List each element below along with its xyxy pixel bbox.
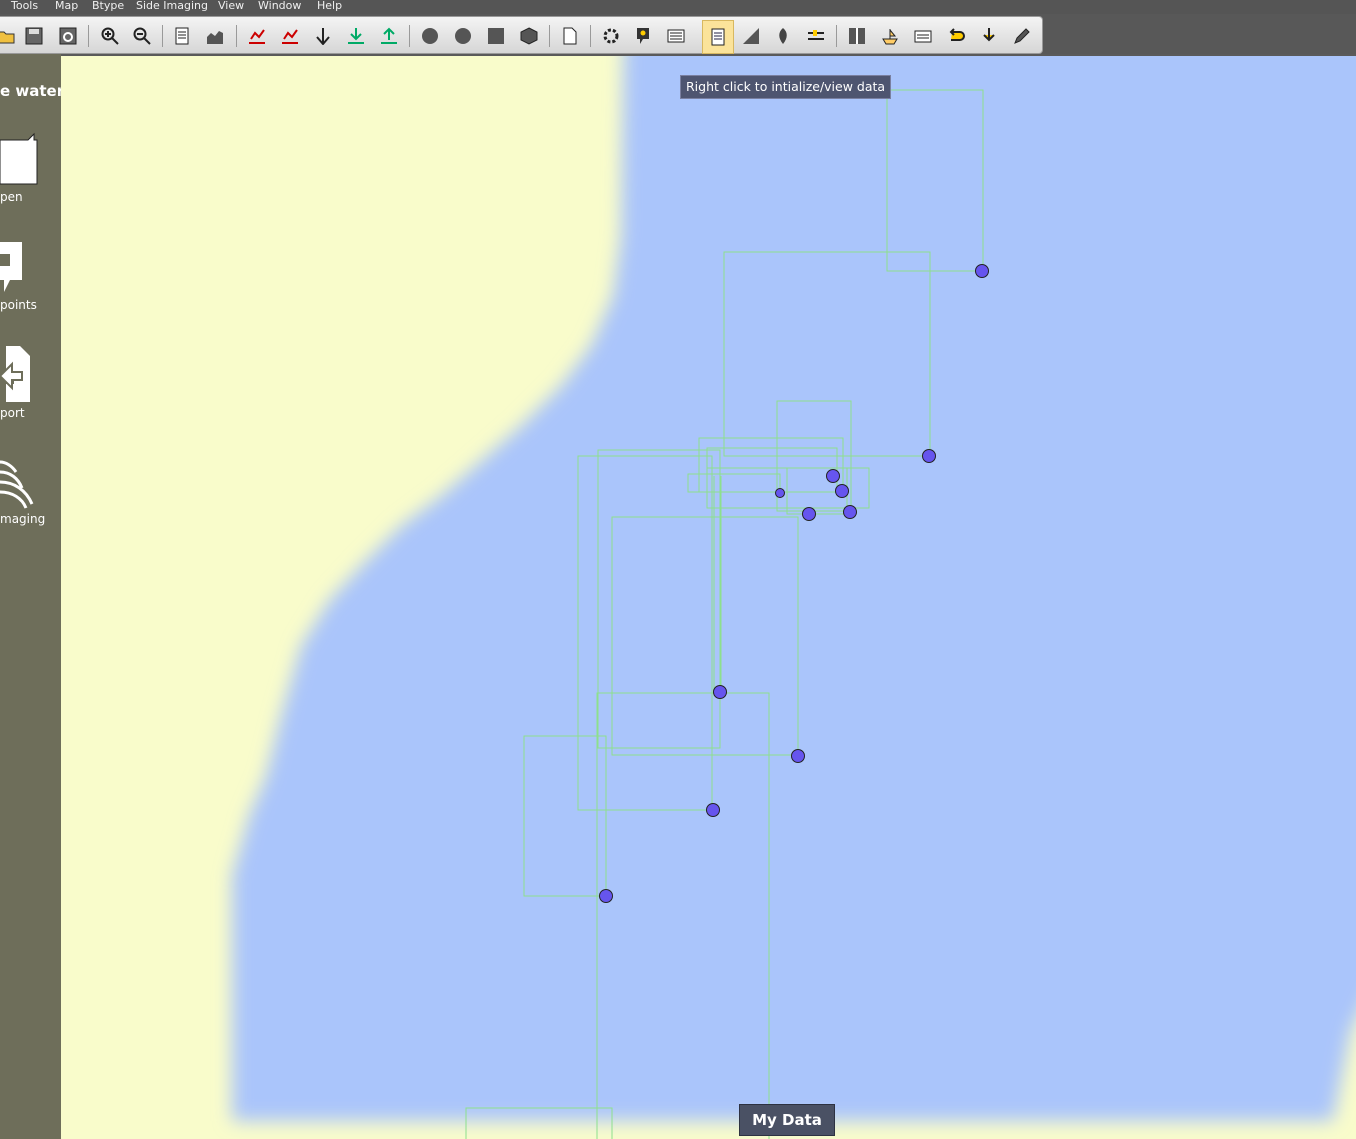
zoom-in-icon[interactable] [100, 26, 120, 46]
toolbar-strip [0, 16, 1043, 54]
document-icon[interactable] [560, 26, 580, 46]
export-track-icon[interactable] [280, 26, 300, 46]
map-canvas[interactable]: Right click to intialize/view data My Da… [61, 56, 1356, 1139]
track-point [706, 803, 720, 817]
split-view-icon[interactable] [847, 26, 867, 46]
sidebar-title: e water [0, 82, 61, 100]
import-icon [0, 346, 30, 402]
export-icon[interactable] [979, 26, 999, 46]
menu-help[interactable]: Help [317, 0, 342, 12]
toolbar-separator [836, 25, 837, 47]
import-label: port [0, 406, 25, 420]
contour-2-icon[interactable] [453, 26, 473, 46]
settings-gear-icon[interactable] [601, 26, 621, 46]
menu-map[interactable]: Map [55, 0, 78, 12]
menu-tools[interactable]: Tools [11, 0, 38, 12]
zoom-out-icon[interactable] [132, 26, 152, 46]
menu-btype[interactable]: Btype [92, 0, 124, 12]
folder-open-icon [0, 132, 38, 185]
3d-icon[interactable] [519, 26, 539, 46]
map-tooltip: Right click to intialize/view data [680, 75, 892, 99]
toolbar-separator [162, 25, 163, 47]
import-button[interactable]: port [0, 346, 61, 420]
waypoint-icon[interactable] [633, 26, 653, 46]
track-point [975, 264, 989, 278]
menu-view[interactable]: View [218, 0, 244, 12]
track-point [713, 685, 727, 699]
track-point [922, 449, 936, 463]
track-point [843, 505, 857, 519]
track-point [791, 749, 805, 763]
toolbar-separator [236, 25, 237, 47]
waypoints-icon [0, 242, 22, 292]
layers-icon[interactable] [666, 26, 686, 46]
marker-icon[interactable] [773, 26, 793, 46]
save-all-icon[interactable] [58, 26, 78, 46]
open-folder-icon[interactable] [0, 26, 16, 46]
track-point [802, 507, 816, 521]
fill-icon[interactable] [486, 26, 506, 46]
map-drawing [61, 56, 1356, 1139]
open-button[interactable]: pen [0, 132, 61, 204]
side-imaging-button[interactable]: maging [0, 454, 61, 530]
page-icon[interactable] [172, 26, 192, 46]
boat-icon[interactable] [880, 26, 900, 46]
profile-chart-icon[interactable] [205, 26, 225, 46]
toolbar-separator [590, 25, 591, 47]
toolbar [0, 14, 1356, 54]
side-imaging-label: maging [0, 512, 46, 526]
my-data-button[interactable]: My Data [739, 1104, 835, 1136]
waypoints-button[interactable]: points [0, 240, 61, 312]
save-icon[interactable] [24, 26, 44, 46]
menu-bar: Tools Map Btype Side Imaging View Window… [0, 0, 1356, 14]
undo-icon[interactable] [946, 26, 966, 46]
toolbar-separator [409, 25, 410, 47]
contour-icon[interactable] [420, 26, 440, 46]
edit-icon[interactable] [1012, 26, 1032, 46]
track-point [826, 469, 840, 483]
track-point [599, 889, 613, 903]
toolbar-separator [88, 25, 89, 47]
side-imaging-icon [0, 460, 34, 509]
sidebar: e water pen points port maging [0, 54, 61, 1139]
slope-icon[interactable] [741, 26, 761, 46]
depth-icon[interactable] [313, 26, 333, 46]
track-point [835, 484, 849, 498]
toolbar-separator [549, 25, 550, 47]
open-label: pen [0, 190, 23, 204]
import-track-icon[interactable] [247, 26, 267, 46]
stack-icon[interactable] [913, 26, 933, 46]
waypoints-label: points [0, 298, 37, 312]
download-icon[interactable] [346, 26, 366, 46]
ruler-icon[interactable] [806, 26, 826, 46]
track-point [775, 488, 785, 498]
menu-side-imaging[interactable]: Side Imaging [136, 0, 208, 12]
upload-icon[interactable] [379, 26, 399, 46]
menu-window[interactable]: Window [258, 0, 301, 12]
data-panel-icon[interactable] [702, 20, 734, 54]
